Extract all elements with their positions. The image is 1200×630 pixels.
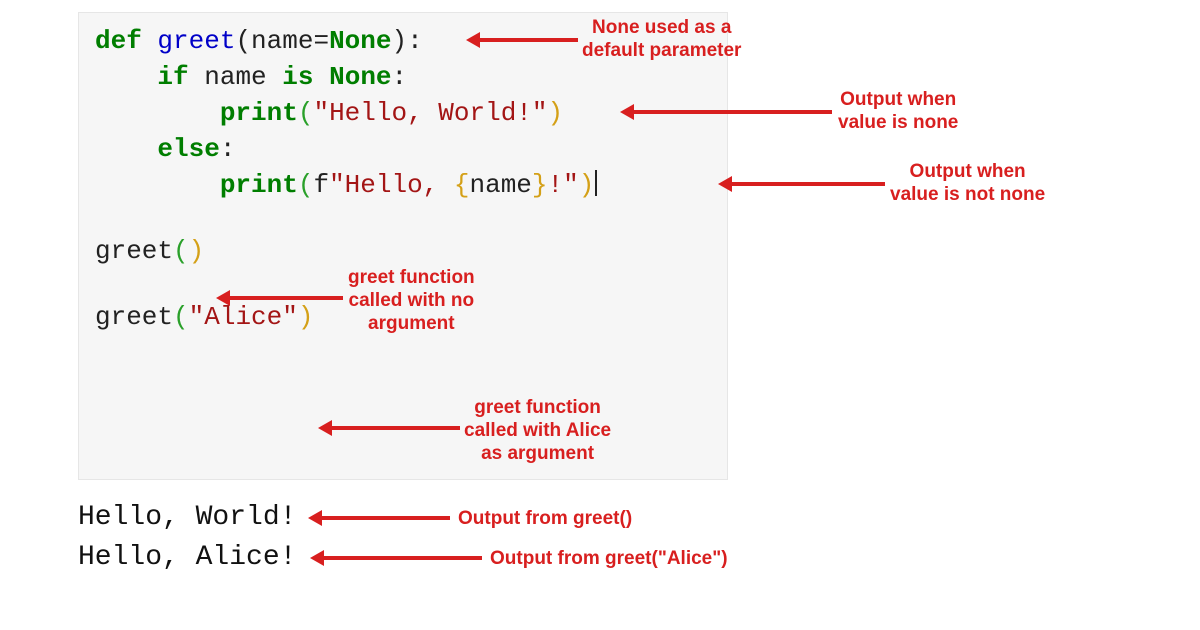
code-line-call-1: greet() [95,233,711,269]
string-alice: Alice [204,302,282,332]
annotation-text: argument [348,312,475,335]
annotation-call-alice-arg: greet function called with Alice as argu… [464,396,611,465]
param-name: name [251,26,313,56]
annotation-text: Output from greet() [458,507,632,530]
annotation-text: value is none [838,111,958,134]
output-block: Hello, World! Hello, Alice! [78,498,296,578]
code-line-2: if name is None: [95,59,711,95]
string-hello-world: Hello, World! [329,98,532,128]
annotation-text: greet function [348,266,475,289]
output-line-2: Hello, Alice! [78,538,296,578]
annotation-text: default parameter [582,39,741,62]
annotation-default-parameter: None used as a default parameter [582,16,741,62]
annotation-output-1: Output from greet() [458,507,632,530]
annotation-text: called with Alice [464,419,611,442]
annotation-output-2: Output from greet("Alice") [490,547,728,570]
annotation-call-no-arg: greet function called with no argument [348,266,475,335]
code-block: def greet(name=None): if name is None: p… [78,12,728,480]
annotation-text: None used as a [582,16,741,39]
annotation-text: Output when [838,88,958,111]
annotation-text: as argument [464,442,611,465]
code-line-5: print(f"Hello, {name}!") [95,167,711,203]
fn-name: greet [157,26,235,56]
code-line-3: print("Hello, World!") [95,95,711,131]
annotation-text: called with no [348,289,475,312]
annotation-output-not-none: Output when value is not none [890,160,1045,206]
annotation-text: Output when [890,160,1045,183]
kw-def: def [95,26,142,56]
default-none: None [329,26,391,56]
text-cursor [595,170,597,196]
annotation-output-none: Output when value is none [838,88,958,134]
annotation-text: value is not none [890,183,1045,206]
code-line-4: else: [95,131,711,167]
annotation-text: greet function [464,396,611,419]
output-line-1: Hello, World! [78,498,296,538]
annotation-text: Output from greet("Alice") [490,547,728,570]
